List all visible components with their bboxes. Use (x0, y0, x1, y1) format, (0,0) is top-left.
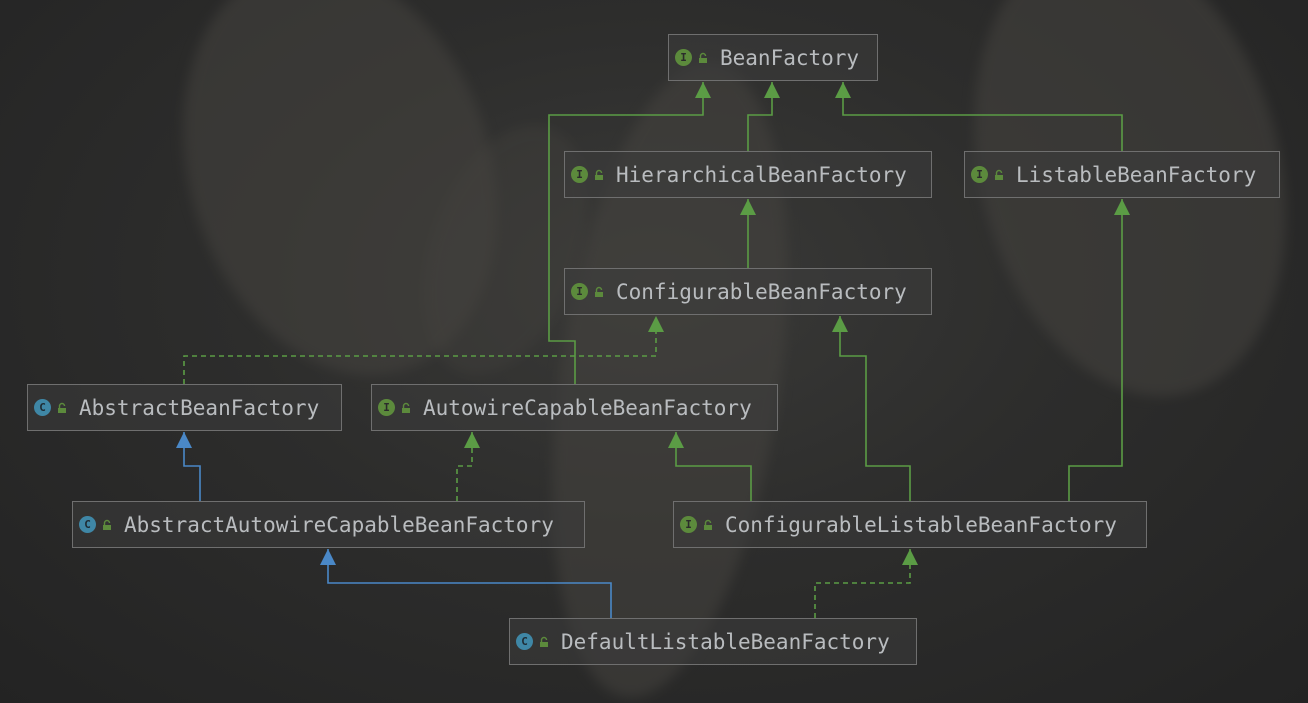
node-label: BeanFactory (720, 45, 860, 70)
lock-open-icon (592, 285, 606, 299)
arrowhead-icon (835, 82, 851, 98)
implements-edge-DefaultListableBeanFactory-to-ConfigurableListableBeanFactory (814, 549, 911, 618)
interface-icon: I (571, 166, 588, 183)
node-autowire-capable-bean-factory[interactable]: I AutowireCapableBeanFactory (371, 384, 778, 431)
lock-open-icon (100, 518, 114, 532)
lock-open-icon (55, 401, 69, 415)
arrowhead-icon (176, 432, 192, 448)
interface-icon: I (571, 283, 588, 300)
lock-open-icon (992, 168, 1006, 182)
node-configurable-bean-factory[interactable]: I ConfigurableBeanFactory (564, 268, 932, 315)
node-configurable-listable-bean-factory[interactable]: I ConfigurableListableBeanFactory (673, 501, 1147, 548)
interface-icon: I (378, 399, 395, 416)
extends-edge-ConfigurableListableBeanFactory-to-ListableBeanFactory (1068, 199, 1123, 501)
extends-edge-ListableBeanFactory-to-BeanFactory (842, 82, 1123, 151)
abstract-class-icon: C (34, 399, 51, 416)
arrowhead-icon (648, 316, 664, 332)
lock-open-icon (399, 401, 413, 415)
node-label: AbstractBeanFactory (79, 395, 320, 420)
extends-edge-ConfigurableListableBeanFactory-to-ConfigurableBeanFactory (839, 316, 911, 501)
lock-open-icon (537, 635, 551, 649)
node-abstract-bean-factory[interactable]: C AbstractBeanFactory (27, 384, 342, 431)
node-default-listable-bean-factory[interactable]: C DefaultListableBeanFactory (509, 618, 917, 665)
extends-edge-AutowireCapableBeanFactory-to-BeanFactory (548, 82, 704, 384)
interface-icon: I (680, 516, 697, 533)
arrowhead-icon (764, 82, 780, 98)
implements-edge-AbstractBeanFactory-to-ConfigurableBeanFactory (183, 316, 657, 384)
node-bean-factory[interactable]: I BeanFactory (668, 34, 878, 81)
interface-icon: I (971, 166, 988, 183)
arrowhead-icon (695, 82, 711, 98)
node-label: DefaultListableBeanFactory (561, 629, 890, 654)
lock-open-icon (696, 51, 710, 65)
arrowhead-icon (464, 432, 480, 448)
node-abstract-autowire-capable-bean-factory[interactable]: C AbstractAutowireCapableBeanFactory (72, 501, 585, 548)
node-listable-bean-factory[interactable]: I ListableBeanFactory (964, 151, 1280, 198)
lock-open-icon (592, 168, 606, 182)
interface-icon: I (675, 49, 692, 66)
extends-edge-ConfigurableListableBeanFactory-to-AutowireCapableBeanFactory (675, 432, 752, 501)
node-label: ConfigurableBeanFactory (616, 279, 907, 304)
extends-edge-DefaultListableBeanFactory-to-AbstractAutowireCapableBeanFactory (327, 549, 612, 618)
arrowhead-icon (902, 549, 918, 565)
node-label: AbstractAutowireCapableBeanFactory (124, 512, 554, 537)
arrowhead-icon (1114, 199, 1130, 215)
uml-diagram-canvas: I BeanFactory I HierarchicalBeanFactory … (0, 0, 1308, 703)
lock-open-icon (701, 518, 715, 532)
node-label: ConfigurableListableBeanFactory (725, 512, 1117, 537)
arrowhead-icon (832, 316, 848, 332)
node-label: HierarchicalBeanFactory (616, 162, 907, 187)
node-label: AutowireCapableBeanFactory (423, 395, 752, 420)
arrowhead-icon (320, 549, 336, 565)
arrowhead-icon (668, 432, 684, 448)
abstract-class-icon: C (79, 516, 96, 533)
arrowhead-icon (740, 199, 756, 215)
node-label: ListableBeanFactory (1016, 162, 1257, 187)
diagram-edges (176, 82, 1130, 618)
class-icon: C (516, 633, 533, 650)
node-hierarchical-bean-factory[interactable]: I HierarchicalBeanFactory (564, 151, 932, 198)
